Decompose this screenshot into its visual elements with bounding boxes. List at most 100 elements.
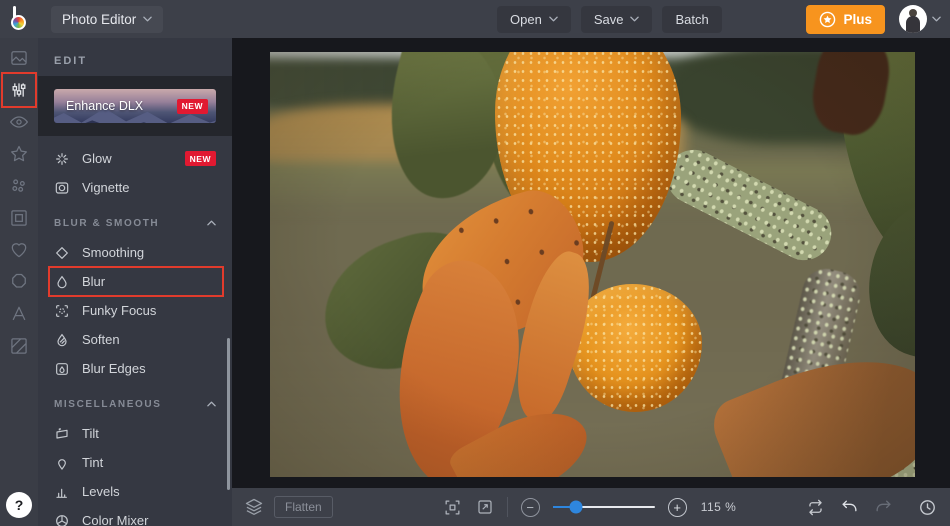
menu-item-vignette[interactable]: Vignette: [38, 173, 232, 202]
chevron-down-icon: [549, 16, 558, 22]
glow-icon: [54, 151, 70, 167]
tool-rail: ?: [0, 38, 38, 526]
chevron-down-icon: [630, 16, 640, 22]
menu-item-label: Tilt: [82, 426, 99, 441]
top-bar: Photo Editor Open Save Batch Plus: [0, 0, 950, 38]
texture-icon[interactable]: [2, 330, 36, 362]
color-mixer-icon: [54, 513, 70, 526]
compare-icon[interactable]: [806, 498, 825, 517]
chevron-up-icon: [207, 220, 216, 226]
eye-icon[interactable]: [2, 106, 36, 138]
zoom-in-button[interactable]: +: [667, 497, 687, 517]
chevron-down-icon: [143, 16, 153, 22]
history-clock-icon[interactable]: [918, 498, 937, 517]
plus-upgrade-button[interactable]: Plus: [806, 4, 885, 34]
levels-icon: [54, 484, 70, 500]
image-icon[interactable]: [2, 42, 36, 74]
new-badge: NEW: [184, 151, 216, 166]
menu-item-label: Blur: [82, 274, 106, 289]
text-icon[interactable]: [2, 298, 36, 330]
befunky-logo-icon[interactable]: [9, 5, 35, 33]
menu-item-levels[interactable]: Levels: [38, 477, 232, 506]
help-button[interactable]: ?: [6, 492, 32, 518]
menu-item-tilt[interactable]: Tilt: [38, 419, 232, 448]
redo-icon[interactable]: [874, 498, 893, 517]
fullscreen-preview-icon[interactable]: [476, 498, 494, 516]
menu-item-blur-edges[interactable]: Blur Edges: [38, 354, 232, 383]
blur-icon: [54, 274, 70, 290]
chevron-down-icon[interactable]: [932, 16, 941, 22]
menu-item-label: Vignette: [82, 180, 130, 195]
soften-icon: [54, 332, 70, 348]
enhance-dlx-banner[interactable]: Enhance DLX NEW: [54, 89, 216, 123]
banner-strip: Enhance DLX NEW: [38, 76, 232, 136]
smoothing-icon: [54, 245, 70, 261]
canvas-area: [232, 38, 950, 488]
touchup-icon[interactable]: [2, 170, 36, 202]
banner-label: Enhance DLX: [66, 99, 144, 113]
new-badge: NEW: [176, 98, 208, 114]
section-title: MISCELLANEOUS: [54, 398, 162, 410]
user-avatar[interactable]: [899, 5, 927, 33]
plus-label: Plus: [843, 11, 872, 27]
help-label: ?: [14, 497, 24, 513]
app-title: Photo Editor: [62, 11, 137, 27]
minus-icon: −: [526, 499, 534, 515]
menu-item-soften[interactable]: Soften: [38, 325, 232, 354]
panel-title: EDIT: [54, 55, 88, 67]
logo-color-wheel: [11, 15, 26, 30]
menu-item-label: Glow: [82, 151, 112, 166]
save-button[interactable]: Save: [580, 5, 653, 33]
panel-scrollbar[interactable]: [227, 338, 230, 490]
menu-item-glow[interactable]: Glow NEW: [38, 144, 232, 173]
open-button[interactable]: Open: [497, 5, 571, 33]
tint-icon: [54, 455, 70, 471]
section-blur-smooth[interactable]: BLUR & SMOOTH: [38, 208, 232, 238]
menu-item-label: Funky Focus: [82, 303, 157, 318]
frame-icon[interactable]: [2, 202, 36, 234]
open-label: Open: [510, 11, 542, 27]
canvas-image[interactable]: [270, 52, 915, 477]
zoom-level-value[interactable]: 115 %: [701, 500, 737, 514]
menu-item-label: Smoothing: [82, 245, 145, 260]
menu-item-label: Levels: [82, 484, 120, 499]
undo-icon[interactable]: [840, 498, 859, 517]
menu-item-funky-focus[interactable]: Funky Focus: [38, 296, 232, 325]
funky-focus-icon: [54, 303, 70, 319]
flatten-button[interactable]: Flatten: [274, 496, 333, 518]
edit-menu: Glow NEW Vignette BLUR & SMOOTH Smoothin…: [38, 136, 232, 526]
edit-panel: EDIT Enhance DLX NEW Glow NEW Vignette B…: [38, 38, 232, 526]
batch-label: Batch: [675, 11, 709, 27]
section-title: BLUR & SMOOTH: [54, 217, 160, 229]
star-circle-icon: [819, 11, 836, 28]
menu-item-label: Tint: [82, 455, 104, 470]
zoom-slider-thumb[interactable]: [569, 500, 583, 514]
fit-to-screen-icon[interactable]: [443, 498, 462, 517]
app-switcher-button[interactable]: Photo Editor: [51, 5, 164, 33]
menu-item-blur[interactable]: Blur: [38, 266, 232, 297]
account-area: Plus: [806, 4, 941, 34]
menu-item-label: Color Mixer: [82, 513, 149, 526]
shape-icon[interactable]: [2, 266, 36, 298]
heart-icon[interactable]: [2, 234, 36, 266]
menu-item-smoothing[interactable]: Smoothing: [38, 238, 232, 267]
layers-icon[interactable]: [244, 497, 264, 517]
star-icon[interactable]: [2, 138, 36, 170]
zoom-slider[interactable]: [552, 500, 655, 514]
bottom-toolbar: Flatten − + 115 %: [232, 488, 950, 526]
section-miscellaneous[interactable]: MISCELLANEOUS: [38, 389, 232, 419]
batch-button[interactable]: Batch: [662, 5, 722, 33]
file-actions: Open Save Batch: [497, 5, 722, 33]
save-label: Save: [593, 11, 624, 27]
menu-item-label: Soften: [82, 332, 120, 347]
plus-icon: +: [673, 499, 681, 515]
menu-item-color-mixer[interactable]: Color Mixer: [38, 506, 232, 526]
zoom-out-button[interactable]: −: [520, 497, 540, 517]
chevron-up-icon: [207, 401, 216, 407]
divider: [506, 497, 508, 517]
vignette-icon: [54, 180, 70, 196]
blur-edges-icon: [54, 361, 70, 377]
adjust-sliders-icon[interactable]: [1, 72, 37, 108]
menu-item-tint[interactable]: Tint: [38, 448, 232, 477]
tilt-icon: [54, 426, 70, 442]
